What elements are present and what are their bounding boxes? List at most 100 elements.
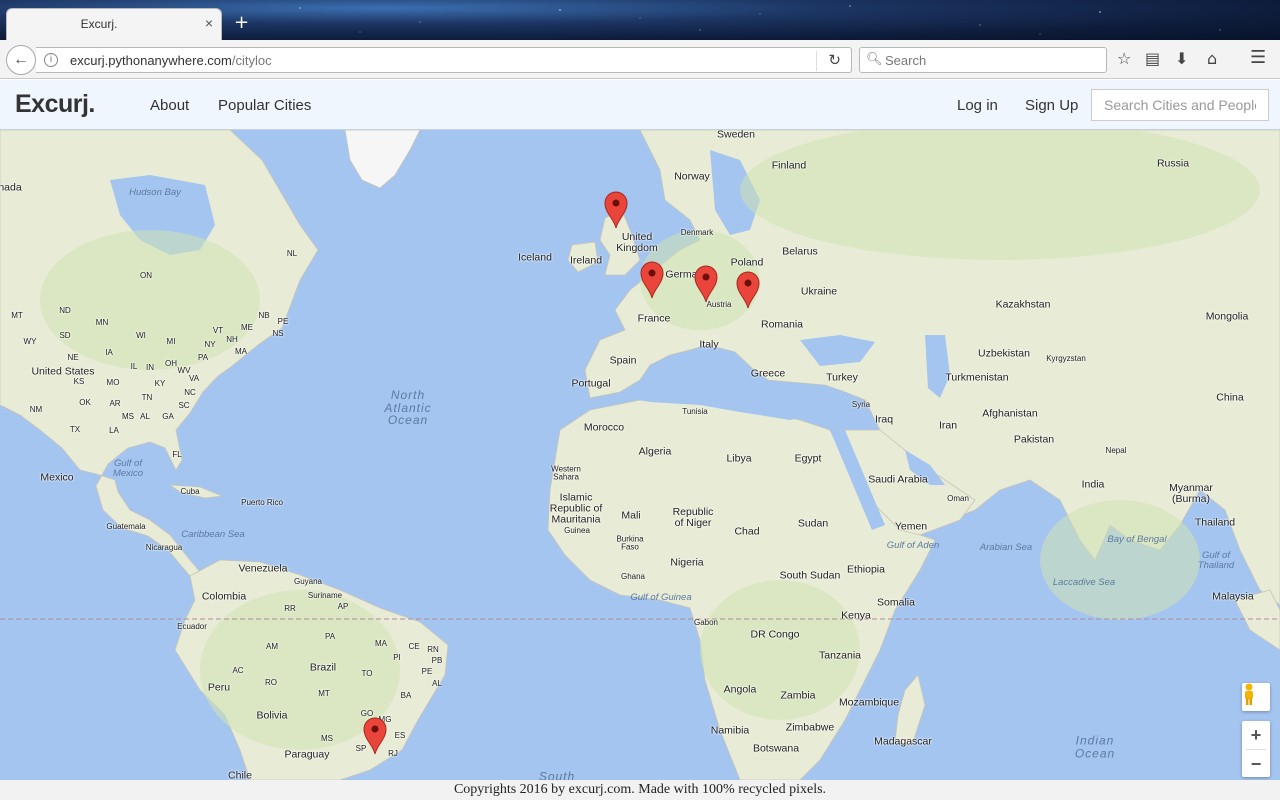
map-label-ia: IA (105, 347, 113, 357)
map-label-nl: NL (286, 248, 298, 258)
url-separator (816, 51, 817, 71)
map-label-es: ES (394, 730, 406, 740)
map-label-cuba: Cuba (180, 486, 200, 496)
map-label-iceland: Iceland (518, 251, 552, 264)
map-label-ny: NY (204, 339, 216, 349)
home-icon[interactable]: ⌂ (1207, 49, 1217, 68)
zoom-in-button[interactable]: + (1242, 721, 1270, 749)
map-label-tn: TN (141, 392, 153, 402)
map-label-india: India (1081, 478, 1105, 491)
map-label-uzbekistan: Uzbekistan (978, 347, 1030, 360)
zoom-out-button[interactable]: − (1242, 750, 1270, 778)
reading-list-icon[interactable]: ▤ (1145, 49, 1160, 68)
map-label-drc: DR Congo (750, 628, 800, 641)
pegman-icon (1245, 683, 1253, 705)
brand-logo[interactable]: Excurj. (15, 90, 95, 119)
map-label-ky: KY (154, 378, 166, 388)
map-marker-paris[interactable] (640, 261, 664, 299)
download-icon[interactable]: ⬇ (1175, 49, 1188, 68)
map-label-us: United States (31, 365, 95, 378)
map-label-tanzania: Tanzania (818, 649, 862, 662)
map-label-italy: Italy (699, 338, 719, 351)
map-label-ok: OK (79, 397, 91, 407)
map-marker-budapest[interactable] (736, 271, 760, 309)
map-label-to: TO (361, 668, 373, 678)
site-search-input[interactable] (1091, 89, 1269, 121)
map-label-nb: NB (258, 310, 270, 320)
map-label-puertorico: Puerto Rico (241, 497, 283, 507)
bookmark-star-icon[interactable]: ☆ (1117, 49, 1131, 68)
menu-icon[interactable]: ☰ (1250, 47, 1266, 68)
map-label-belarus: Belarus (782, 245, 818, 258)
nav-signup-link[interactable]: Sign Up (1025, 97, 1078, 114)
map-label-afghanistan: Afghanistan (982, 407, 1038, 420)
nav-login-link[interactable]: Log in (957, 97, 998, 114)
map-label-hudson: Hudson Bay (129, 187, 181, 199)
map-label-kenya: Kenya (841, 609, 871, 622)
nav-about-link[interactable]: About (150, 97, 189, 114)
map-label-nm: NM (29, 404, 43, 414)
map-label-ma2: MA (375, 638, 387, 648)
map-label-bolivia: Bolivia (256, 709, 288, 722)
map-label-gulfthai: Gulf of Thailand (1197, 550, 1235, 571)
map-label-spain: Spain (609, 354, 637, 367)
page-footer: Copyrights 2016 by excurj.com. Made with… (0, 780, 1280, 800)
new-tab-button[interactable]: + (234, 12, 249, 33)
url-host: excurj.pythonanywhere.com (70, 53, 232, 68)
map-label-in: IN (146, 362, 154, 372)
map-label-nh: NH (226, 334, 238, 344)
browser-search-input[interactable]: 🔍︎ Search (859, 47, 1107, 73)
map-label-ga: GA (162, 411, 174, 421)
map-label-pe2: PE (421, 666, 433, 676)
map-label-iraq: Iraq (874, 413, 894, 426)
world-map[interactable]: Iceland Sweden Finland Norway Russia nada Huds… (0, 130, 1280, 780)
map-label-gulfmex: Gulf of Mexico (112, 458, 144, 479)
map-label-peru: Peru (207, 681, 231, 694)
map-label-yemen: Yemen (894, 520, 928, 533)
map-label-al: AL (140, 411, 150, 421)
map-label-indian: Indian Ocean (1074, 733, 1116, 760)
map-label-niger: Republic of Niger (672, 505, 714, 529)
map-label-rr: RR (284, 603, 296, 613)
tab-title: Excurj. (80, 17, 118, 31)
map-label-nicaragua: Nicaragua (145, 542, 183, 552)
map-label-il: IL (130, 361, 138, 371)
map-label-pe: PE (277, 316, 289, 326)
tab-close-icon[interactable]: × (205, 15, 213, 31)
map-label-nc: NC (184, 387, 196, 397)
map-label-rn: RN (427, 644, 439, 654)
map-label-uk: United Kingdom (616, 230, 658, 254)
map-label-ks: KS (73, 376, 85, 386)
browser-tabstrip: Excurj. × + (0, 0, 1280, 40)
map-marker-scotland[interactable] (604, 191, 628, 229)
map-label-denmark: Denmark (680, 227, 714, 237)
map-label-pb: PB (431, 655, 443, 665)
map-label-france: France (637, 312, 671, 325)
map-marker-munich[interactable] (694, 265, 718, 303)
map-label-va: VA (188, 373, 200, 383)
street-view-pegman-button[interactable] (1242, 683, 1270, 711)
map-label-ap: AP (337, 601, 349, 611)
map-label-mali: Mali (621, 509, 641, 522)
map-label-ssudan: South Sudan (779, 569, 841, 582)
url-bar[interactable]: i excurj.pythonanywhere.com/cityloc ↻ (36, 47, 852, 73)
map-label-laccadive: Laccadive Sea (1052, 577, 1116, 589)
map-label-iran: Iran (938, 419, 958, 432)
info-icon[interactable]: i (44, 53, 58, 67)
map-label-gabon: Gabon (693, 617, 719, 627)
nav-popular-cities-link[interactable]: Popular Cities (218, 97, 311, 114)
map-label-syria: Syria (851, 399, 871, 409)
map-label-mt: MT (11, 310, 23, 320)
map-label-greece: Greece (750, 367, 786, 380)
active-tab[interactable]: Excurj. × (6, 8, 222, 40)
map-label-me: ME (241, 322, 253, 332)
reload-icon[interactable]: ↻ (828, 51, 841, 69)
map-label-oman: Oman (947, 493, 969, 503)
map-label-ma: MA (235, 346, 247, 356)
map-label-mexico: Mexico (40, 471, 74, 484)
map-label-pakistan: Pakistan (1013, 433, 1055, 446)
zoom-control: + − (1242, 721, 1270, 777)
map-label-nigeria: Nigeria (670, 556, 704, 569)
map-marker-sao-paulo[interactable] (363, 717, 387, 755)
back-button[interactable]: ← (6, 45, 36, 75)
